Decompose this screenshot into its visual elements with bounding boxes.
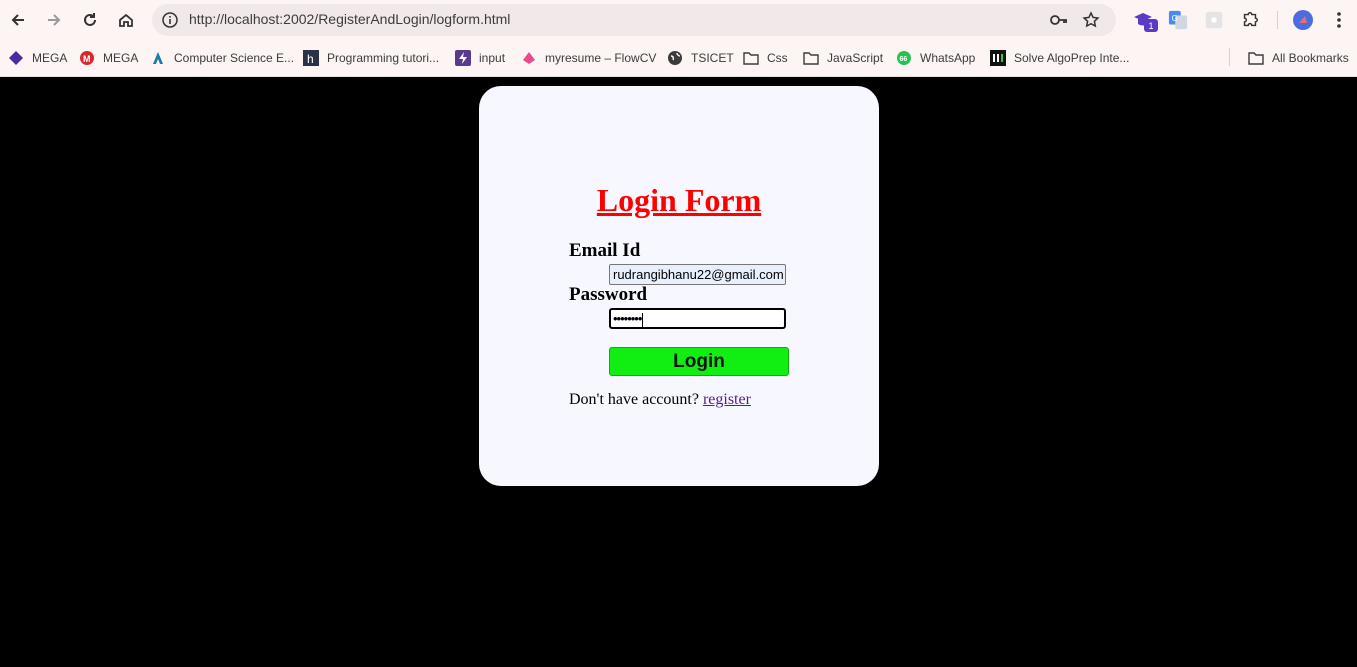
password-value: •••••••• [613, 311, 642, 326]
svg-text:M: M [83, 54, 91, 64]
bolt-icon [455, 50, 471, 66]
svg-text:h: h [307, 52, 314, 66]
extension-badge: 1 [1144, 19, 1158, 32]
home-icon[interactable] [108, 2, 144, 38]
password-key-icon[interactable] [1049, 12, 1069, 28]
bookmark-label: Computer Science E... [174, 51, 295, 65]
bookmark-label: Solve AlgoPrep Inte... [1014, 51, 1130, 65]
bookmark-item[interactable]: h Programming tutori... [303, 49, 439, 67]
bookmark-folder[interactable]: Css [743, 49, 788, 67]
svg-text:66: 66 [900, 56, 908, 63]
cs-icon [150, 50, 166, 66]
bookmark-item[interactable]: TSICET [667, 49, 734, 67]
bookmarks-divider [1229, 48, 1230, 66]
svg-text:G: G [1172, 14, 1178, 23]
bookmark-label: All Bookmarks [1272, 51, 1349, 65]
menu-kebab-icon[interactable] [1328, 9, 1350, 31]
profile-avatar[interactable] [1292, 9, 1314, 31]
text-caret [642, 312, 644, 327]
browser-toolbar: http://localhost:2002/RegisterAndLogin/l… [0, 0, 1357, 40]
password-input[interactable]: •••••••• [609, 308, 786, 329]
folder-icon [803, 50, 819, 66]
bookmark-label: WhatsApp [920, 51, 976, 65]
mega-diamond-icon [8, 50, 24, 66]
login-card: Login Form Email Id rudrangibhanu22@gmai… [479, 86, 879, 486]
algoprep-icon [990, 50, 1006, 66]
mega-red-icon: M [79, 50, 95, 66]
flowcv-icon [521, 50, 537, 66]
bookmark-label: MEGA [103, 51, 139, 65]
translate-extension-icon[interactable]: G [1167, 9, 1189, 31]
site-info-icon[interactable] [162, 12, 178, 28]
bookmark-label: MEGA [32, 51, 68, 65]
folder-icon [743, 50, 759, 66]
toolbar-divider [1277, 11, 1278, 29]
bookmark-item[interactable]: input [455, 49, 505, 67]
bookmark-label: input [479, 51, 506, 65]
bookmark-item[interactable]: myresume – FlowCV [521, 49, 656, 67]
bookmark-label: Css [767, 51, 788, 65]
address-bar[interactable]: http://localhost:2002/RegisterAndLogin/l… [152, 4, 1116, 36]
bookmark-item[interactable]: MEGA [8, 49, 67, 67]
bookmark-item[interactable]: Solve AlgoPrep Inte... [990, 49, 1129, 67]
folder-icon [1248, 50, 1264, 66]
email-label: Email Id [569, 240, 641, 261]
forward-icon[interactable] [36, 2, 72, 38]
register-prompt-text: Don't have account? [569, 391, 703, 408]
all-bookmarks-folder[interactable]: All Bookmarks [1248, 49, 1349, 67]
page-viewport: Login Form Email Id rudrangibhanu22@gmai… [0, 78, 1357, 667]
hashnode-icon: h [303, 50, 319, 66]
extensions-puzzle-icon[interactable] [1239, 9, 1261, 31]
globe-icon [667, 50, 683, 66]
bookmark-item[interactable]: 66 WhatsApp [896, 49, 975, 67]
bookmark-item[interactable]: Computer Science E... [150, 49, 294, 67]
reload-icon[interactable] [72, 2, 108, 38]
back-icon[interactable] [0, 2, 36, 38]
url-text[interactable]: http://localhost:2002/RegisterAndLogin/l… [189, 11, 510, 27]
register-prompt: Don't have account? register [569, 391, 751, 409]
bookmark-folder[interactable]: JavaScript [803, 49, 883, 67]
form-title: Login Form [596, 182, 762, 218]
bookmark-star-icon[interactable] [1082, 11, 1100, 29]
email-value: rudrangibhanu22@gmail.com [613, 267, 784, 282]
bookmark-label: TSICET [691, 51, 734, 65]
password-label: Password [569, 284, 648, 305]
register-link[interactable]: register [703, 391, 751, 408]
extension-graduation-icon[interactable]: 1 [1132, 9, 1158, 32]
bookmark-label: JavaScript [827, 51, 884, 65]
bookmarks-bar: MEGA M MEGA Computer Science E... h Prog… [0, 40, 1357, 77]
react-devtools-icon[interactable] [1203, 9, 1225, 31]
bookmark-item[interactable]: M MEGA [79, 49, 138, 67]
whatsapp-icon: 66 [896, 50, 912, 66]
bookmark-label: Programming tutori... [327, 51, 440, 65]
email-input[interactable]: rudrangibhanu22@gmail.com [609, 264, 786, 285]
bookmark-label: myresume – FlowCV [545, 51, 657, 65]
login-button[interactable]: Login [609, 347, 789, 376]
